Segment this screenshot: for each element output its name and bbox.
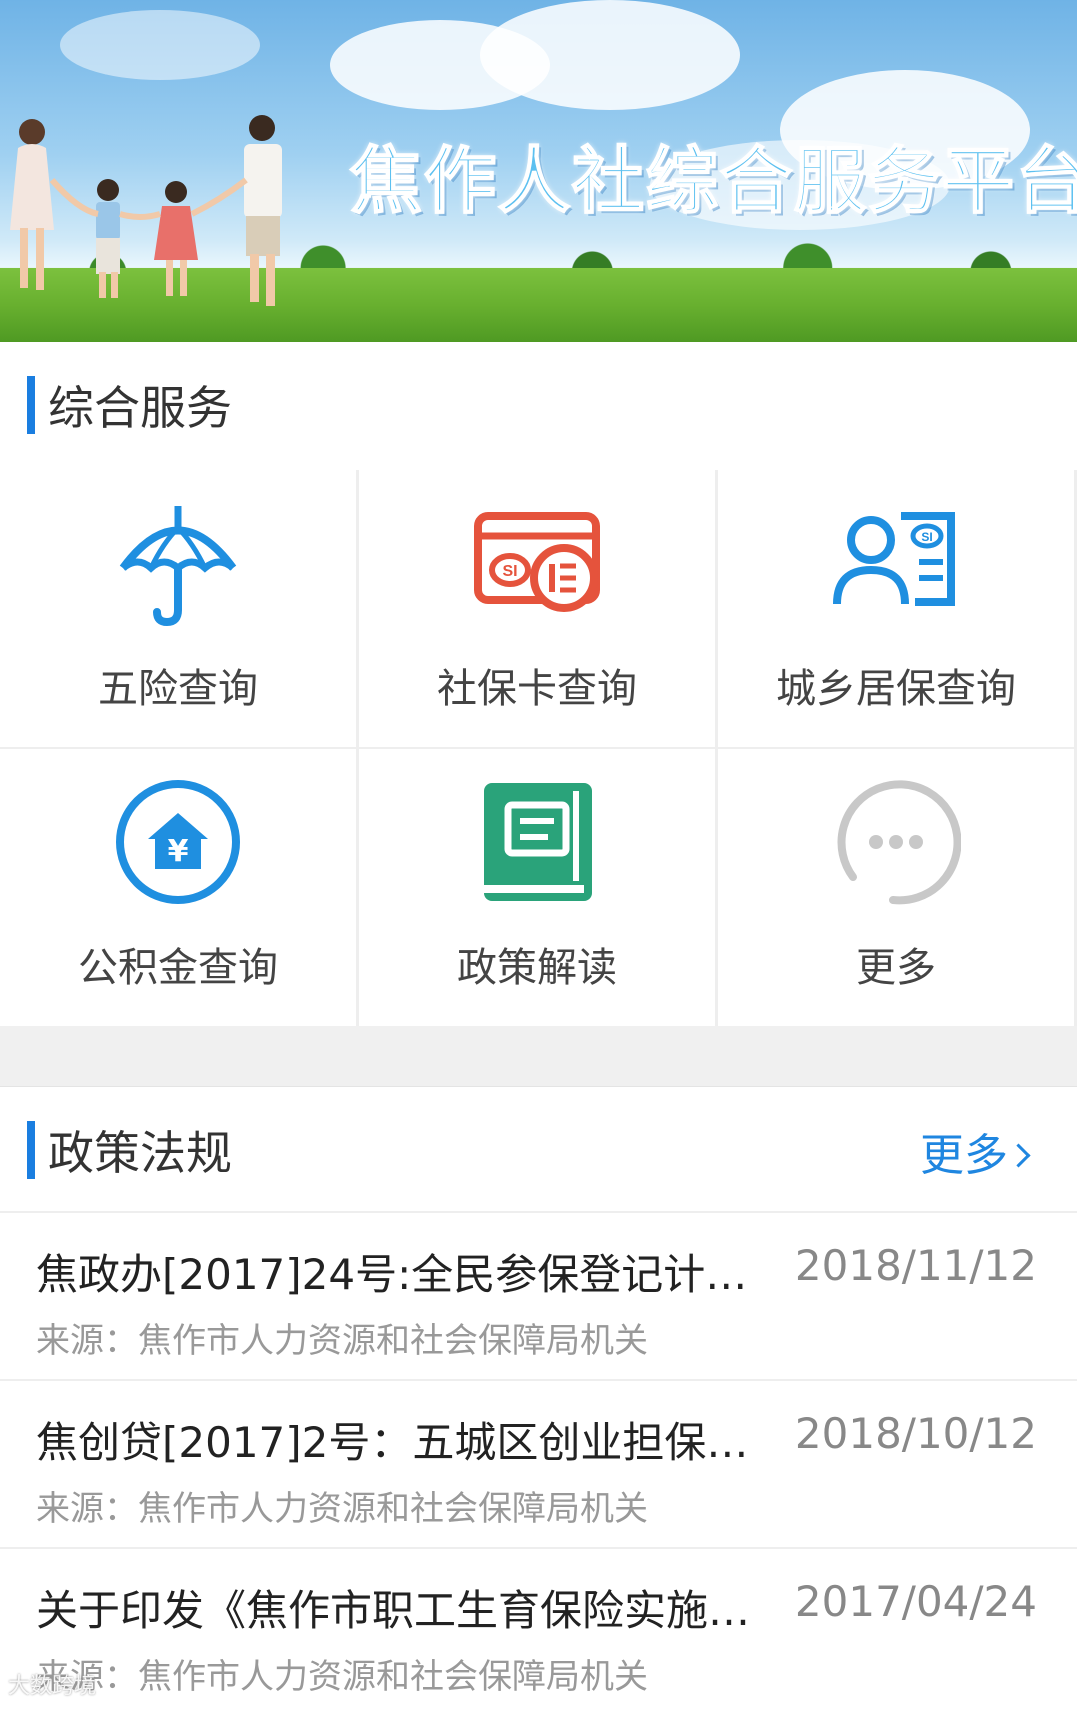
policy-date: 2017/04/24 [794, 1577, 1037, 1626]
policies-section-title: 政策法规 [48, 1126, 232, 1180]
policy-title: 焦创贷[2017]2号：五城区创业担保贷款管理办法 [36, 1418, 786, 1467]
policy-list-item[interactable]: 焦政办[2017]24号:全民参保登记计划实施方案 2018/11/12 来源：… [0, 1211, 1077, 1381]
service-more[interactable]: 更多 [718, 749, 1074, 1026]
policy-source: 来源：焦作市人力资源和社会保障局机关 [36, 1489, 648, 1529]
section-divider [0, 1026, 1077, 1087]
service-policy-interpretation[interactable]: 政策解读 [359, 749, 715, 1026]
policies-more-link[interactable]: 更多 [920, 1119, 1031, 1183]
policy-date: 2018/10/12 [794, 1409, 1037, 1458]
umbrella-icon [119, 506, 237, 627]
policy-source: 来源：焦作市人力资源和社会保障局机关 [36, 1657, 648, 1697]
svg-text:SI: SI [921, 530, 932, 544]
service-label: 五险查询 [98, 666, 258, 712]
service-resident-insurance[interactable]: SI 城乡居保查询 [718, 470, 1074, 747]
banner-title: 焦作人社综合服务平台 [349, 138, 1077, 224]
cloud-decoration [480, 0, 740, 110]
policy-source: 来源：焦作市人力资源和社会保障局机关 [36, 1321, 648, 1361]
service-label: 城乡居保查询 [776, 666, 1016, 712]
header-banner: 焦作人社综合服务平台 [0, 0, 1077, 342]
policy-title: 关于印发《焦作市职工生育保险实施办法》的通知 [36, 1586, 786, 1635]
section-accent-bar [27, 376, 35, 434]
service-social-security-card[interactable]: SI 社保卡查询 [359, 470, 715, 747]
more-dots-icon [837, 780, 961, 905]
watermark: 大数跨境 [8, 1674, 97, 1699]
housing-fund-icon: ¥ [116, 780, 240, 904]
service-five-insurance[interactable]: 五险查询 [0, 470, 356, 747]
policy-list-item[interactable]: 关于印发《焦作市职工生育保险实施办法》的通知 2017/04/24 来源：焦作市… [0, 1547, 1077, 1709]
policy-date: 2018/11/12 [794, 1241, 1037, 1290]
policy-title: 焦政办[2017]24号:全民参保登记计划实施方案 [36, 1250, 786, 1299]
policy-list-item[interactable]: 焦创贷[2017]2号：五城区创业担保贷款管理办法 2018/10/12 来源：… [0, 1379, 1077, 1549]
family-illustration [10, 115, 282, 306]
service-label: 社保卡查询 [437, 666, 637, 712]
social-security-card-icon: SI [474, 512, 600, 612]
service-housing-fund[interactable]: ¥ 公积金查询 [0, 749, 356, 1026]
service-label: 公积金查询 [78, 945, 278, 991]
policies-section-header: 政策法规 更多 [0, 1087, 1077, 1211]
chevron-right-icon [1006, 1143, 1031, 1168]
svg-text:SI: SI [502, 563, 517, 580]
policy-book-icon [484, 783, 592, 901]
service-label: 政策解读 [457, 945, 617, 991]
services-grid: 五险查询 SI 社保卡查询 SI 城乡居保查询 ¥ 公积金查询 政策解读 更多 [0, 470, 1077, 1026]
svg-text:¥: ¥ [168, 834, 189, 869]
section-accent-bar [27, 1121, 35, 1179]
services-section-header: 综合服务 [0, 342, 1077, 466]
more-link-label: 更多 [920, 1130, 1008, 1181]
services-section-title: 综合服务 [48, 381, 232, 435]
resident-insurance-icon: SI [833, 512, 955, 606]
cloud-decoration [60, 10, 260, 80]
service-label: 更多 [856, 945, 936, 991]
